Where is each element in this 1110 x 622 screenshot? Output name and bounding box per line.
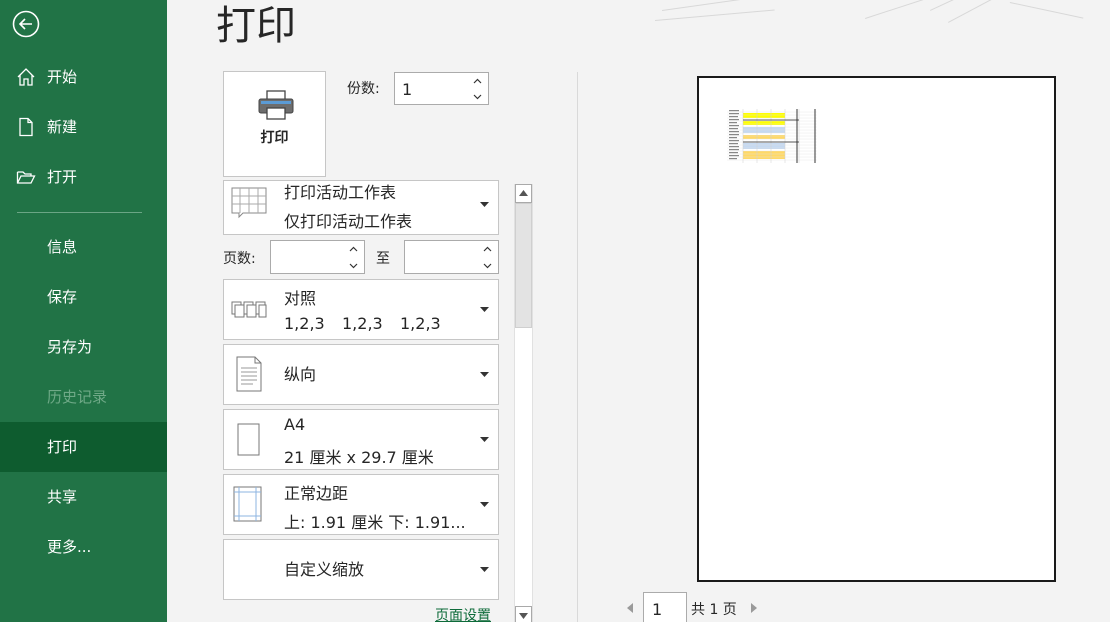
- sidebar-item-open[interactable]: 打开: [0, 152, 167, 202]
- sidebar-item-label: 共享: [47, 488, 78, 506]
- print-preview-page: [697, 76, 1056, 582]
- decorative-line: [662, 0, 801, 11]
- sidebar-item-label: 开始: [47, 68, 78, 86]
- scaling-dropdown[interactable]: 自定义缩放: [223, 539, 499, 600]
- dropdown-arrow-icon: [480, 202, 489, 207]
- print-scope-desc: 仅打印活动工作表: [284, 212, 413, 231]
- margins-icon: [233, 486, 262, 522]
- paper-size-desc: 21 厘米 x 29.7 厘米: [284, 448, 434, 467]
- dropdown-arrow-icon: [480, 567, 489, 572]
- dropdown-arrow-icon: [480, 372, 489, 377]
- scroll-up-icon: [519, 190, 528, 196]
- collate-desc-1: 1,2,3: [284, 314, 325, 333]
- decorative-line: [948, 0, 1011, 23]
- sidebar-divider: [17, 212, 142, 213]
- next-page-icon[interactable]: [749, 601, 759, 615]
- current-page-value: 1: [652, 600, 663, 619]
- page-title: 打印: [216, 3, 296, 49]
- print-scope-dropdown[interactable]: 打印活动工作表 仅打印活动工作表: [223, 180, 499, 235]
- sidebar-item-label: 信息: [47, 238, 78, 256]
- collate-dropdown[interactable]: 对照 1,2,3 1,2,3 1,2,3: [223, 279, 499, 340]
- sidebar-item-info[interactable]: 信息: [0, 222, 167, 272]
- decorative-line: [930, 0, 976, 11]
- print-button-label: 打印: [260, 130, 289, 146]
- collate-title: 对照: [284, 289, 317, 308]
- decorative-line: [1009, 2, 1084, 19]
- page-count-label: 共 1 页: [691, 602, 737, 618]
- sidebar-item-label: 打印: [47, 438, 78, 456]
- print-scope-title: 打印活动工作表: [284, 183, 397, 202]
- back-arrow-icon[interactable]: [12, 10, 40, 38]
- spin-up-icon[interactable]: [473, 77, 482, 86]
- sidebar-item-share[interactable]: 共享: [0, 472, 167, 522]
- sidebar-item-save-as[interactable]: 另存为: [0, 322, 167, 372]
- dropdown-arrow-icon: [480, 437, 489, 442]
- sidebar-item-new[interactable]: 新建: [0, 102, 167, 152]
- backstage-sidebar: 开始 新建 打开 信息 保存 另存为 历史记录 打印 共享 更多...: [0, 0, 167, 622]
- settings-scrollbar[interactable]: [514, 184, 533, 622]
- page-setup-link[interactable]: 页面设置: [435, 605, 491, 622]
- pages-to-label: 至: [376, 251, 390, 267]
- dropdown-arrow-icon: [480, 502, 489, 507]
- current-page-input[interactable]: 1: [643, 592, 687, 622]
- sidebar-item-print[interactable]: 打印: [0, 422, 167, 472]
- decorative-line: [655, 9, 775, 21]
- sidebar-item-home[interactable]: 开始: [0, 52, 167, 102]
- scroll-up-button[interactable]: [515, 184, 532, 203]
- open-folder-icon: [16, 171, 36, 184]
- paper-icon: [237, 423, 260, 456]
- margins-title: 正常边距: [284, 484, 349, 503]
- sidebar-item-label: 另存为: [47, 338, 93, 356]
- pages-to-stepper[interactable]: [404, 240, 499, 274]
- sidebar-item-label: 保存: [47, 288, 78, 306]
- margins-desc: 上: 1.91 厘米 下: 1.91...: [284, 513, 466, 532]
- printer-icon: [258, 90, 294, 120]
- copies-value: 1: [402, 80, 413, 99]
- home-icon: [17, 68, 35, 86]
- sidebar-item-history: 历史记录: [0, 372, 167, 422]
- portrait-page-icon: [236, 356, 262, 392]
- spin-down-icon[interactable]: [483, 261, 492, 270]
- dropdown-arrow-icon: [480, 307, 489, 312]
- scroll-thumb[interactable]: [515, 203, 532, 328]
- preview-sheet-thumbnail: [727, 109, 817, 163]
- sidebar-item-more[interactable]: 更多...: [0, 522, 167, 572]
- sidebar-item-label: 打开: [47, 168, 78, 186]
- collate-desc-3: 1,2,3: [400, 314, 441, 333]
- new-document-icon: [19, 117, 33, 137]
- sidebar-item-label: 历史记录: [47, 388, 108, 406]
- orientation-dropdown[interactable]: 纵向: [223, 344, 499, 405]
- collate-desc-2: 1,2,3: [342, 314, 383, 333]
- print-button[interactable]: 打印: [223, 71, 326, 177]
- copies-stepper[interactable]: 1: [394, 72, 489, 105]
- worksheet-icon: [231, 187, 267, 219]
- paper-size-dropdown[interactable]: A4 21 厘米 x 29.7 厘米: [223, 409, 499, 470]
- margins-dropdown[interactable]: 正常边距 上: 1.91 厘米 下: 1.91...: [223, 474, 499, 535]
- sidebar-item-label: 新建: [47, 118, 78, 136]
- paper-size-title: A4: [284, 415, 306, 434]
- sidebar-item-label: 更多...: [47, 538, 92, 556]
- scroll-down-icon: [519, 613, 528, 619]
- spin-down-icon[interactable]: [349, 261, 358, 270]
- pages-label: 页数:: [223, 251, 256, 267]
- spin-up-icon[interactable]: [483, 245, 492, 254]
- pane-divider: [577, 72, 578, 622]
- previous-page-icon[interactable]: [625, 601, 635, 615]
- copies-label: 份数:: [347, 81, 380, 97]
- decorative-line: [865, 0, 932, 19]
- spin-up-icon[interactable]: [349, 245, 358, 254]
- collate-icon: [231, 301, 267, 318]
- scroll-down-button[interactable]: [515, 606, 532, 622]
- orientation-title: 纵向: [284, 365, 317, 384]
- pages-from-stepper[interactable]: [270, 240, 365, 274]
- scaling-title: 自定义缩放: [284, 560, 365, 579]
- spin-down-icon[interactable]: [473, 92, 482, 101]
- sidebar-item-save[interactable]: 保存: [0, 272, 167, 322]
